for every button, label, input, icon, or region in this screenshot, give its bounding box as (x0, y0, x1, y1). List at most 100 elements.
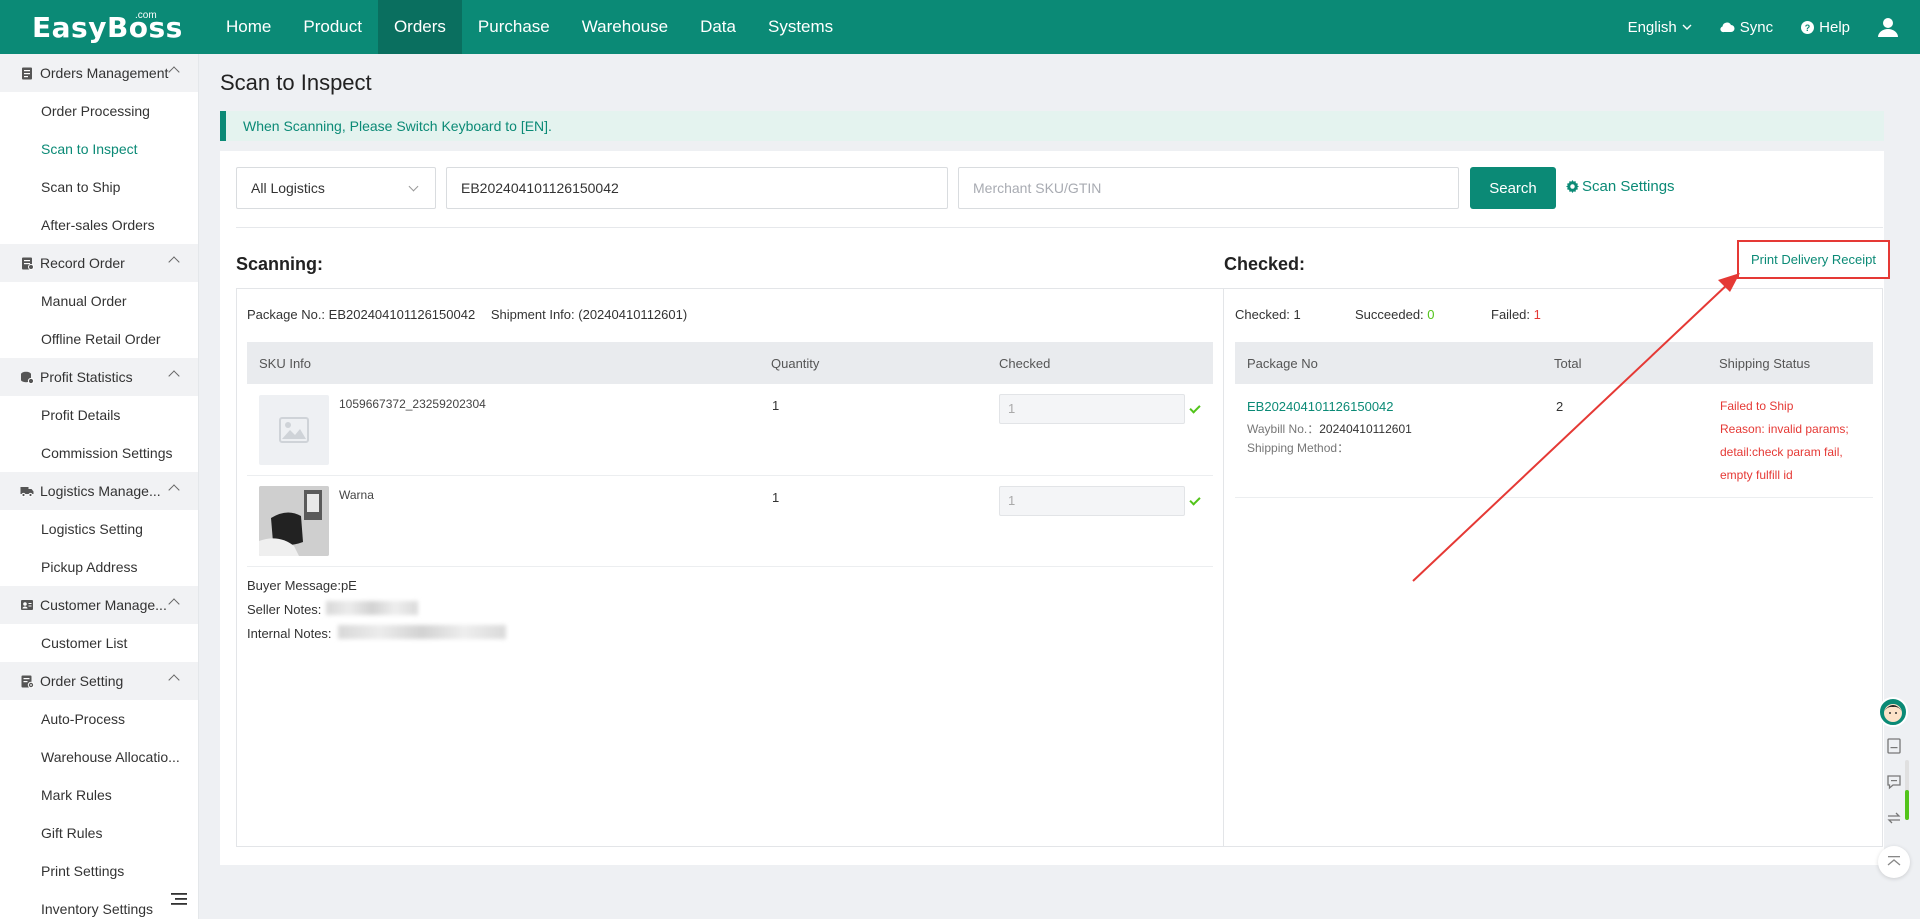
sku-gtin-input[interactable] (958, 167, 1459, 209)
help-button[interactable]: ? Help (1801, 19, 1850, 36)
coins-icon (21, 371, 34, 384)
nav-purchase[interactable]: Purchase (462, 0, 566, 54)
sidebar-item-manual-order[interactable]: Manual Order (0, 282, 198, 320)
checked-package-link[interactable]: EB202404101126150042 (1247, 399, 1394, 414)
sidebar-item-warehouse-allocation[interactable]: Warehouse Allocatio... (0, 738, 198, 776)
scan-settings-label: Scan Settings (1582, 178, 1675, 195)
support-avatar-icon[interactable] (1878, 697, 1908, 727)
nav-data[interactable]: Data (684, 0, 752, 54)
sidebar-item-print-settings[interactable]: Print Settings (0, 852, 198, 890)
sidebar-item-scan-to-ship[interactable]: Scan to Ship (0, 168, 198, 206)
user-menu[interactable] (1878, 17, 1898, 37)
customer-icon (21, 600, 33, 610)
sidebar-item-commission-settings[interactable]: Commission Settings (0, 434, 198, 472)
chevron-up-icon (168, 598, 180, 610)
checked-table-header: Package No Total Shipping Status (1235, 342, 1873, 384)
package-number-input[interactable] (446, 167, 948, 209)
help-label: Help (1819, 18, 1850, 36)
scan-settings-link[interactable]: Scan Settings (1566, 178, 1675, 195)
divider (236, 227, 1883, 228)
gear-icon (1566, 180, 1579, 193)
product-image (259, 486, 329, 556)
failed-count: Failed: 1 (1491, 307, 1541, 322)
sidebar-group-orders-management[interactable]: Orders Management (0, 54, 198, 92)
sidebar-group-label: Profit Statistics (40, 369, 133, 385)
back-to-top-button[interactable] (1878, 846, 1910, 878)
succeeded-count: Succeeded: 0 (1355, 307, 1435, 322)
checked-count-value: 1 (1293, 307, 1301, 322)
nav-home[interactable]: Home (210, 0, 287, 54)
waybill-line: Waybill No.：20240410112601 (1247, 420, 1412, 437)
nav-systems[interactable]: Systems (752, 0, 849, 54)
sidebar-group-customer-management[interactable]: Customer Manage... (0, 586, 198, 624)
checked-quantity-field[interactable]: 1 (999, 486, 1185, 516)
sidebar-group-logistics-management[interactable]: Logistics Manage... (0, 472, 198, 510)
document-icon[interactable] (1886, 738, 1902, 754)
checked-quantity-field[interactable]: 1 (999, 394, 1185, 424)
sidebar-item-logistics-setting[interactable]: Logistics Setting (0, 510, 198, 548)
sidebar-item-scan-to-inspect[interactable]: Scan to Inspect (0, 130, 198, 168)
language-switch[interactable]: English (1628, 19, 1692, 36)
shipping-status-line: Reason: invalid params; (1720, 422, 1849, 436)
sidebar-item-after-sales-orders[interactable]: After-sales Orders (0, 206, 198, 244)
sidebar-item-offline-retail-order[interactable]: Offline Retail Order (0, 320, 198, 358)
sidebar-item-customer-list[interactable]: Customer List (0, 624, 198, 662)
sidebar-group-record-order[interactable]: Record Order (0, 244, 198, 282)
sku-table-header: SKU Info Quantity Checked (247, 342, 1213, 384)
sidebar-group-profit-statistics[interactable]: Profit Statistics (0, 358, 198, 396)
print-delivery-receipt-button[interactable]: Print Delivery Receipt (1737, 240, 1890, 279)
checked-count-label: Checked: (1235, 307, 1294, 322)
sidebar-item-mark-rules[interactable]: Mark Rules (0, 776, 198, 814)
nav-orders[interactable]: Orders (377, 0, 462, 54)
logistics-select[interactable]: All Logistics (236, 167, 436, 209)
sidebar-item-gift-rules[interactable]: Gift Rules (0, 814, 198, 852)
avatar-face-icon (1884, 704, 1902, 722)
shipping-status-line: detail:check param fail, (1720, 445, 1843, 459)
buyer-message-label: Buyer Message: (247, 578, 341, 593)
scanning-title: Scanning: (236, 254, 324, 274)
logo[interactable]: EasyBoss (32, 11, 183, 44)
sidebar-group-order-setting[interactable]: Order Setting (0, 662, 198, 700)
clipboard-icon (22, 67, 32, 80)
header-quantity: Quantity (771, 356, 820, 371)
exchange-icon[interactable] (1886, 810, 1902, 826)
sync-button[interactable]: Sync (1720, 19, 1773, 36)
buyer-message-value: pE (340, 578, 357, 593)
header-package-no: Package No (1247, 356, 1318, 371)
keyboard-notice: When Scanning, Please Switch Keyboard to… (220, 111, 1884, 141)
header-total: Total (1554, 356, 1582, 371)
language-label: English (1627, 18, 1677, 36)
succeeded-count-label: Succeeded: (1355, 307, 1428, 322)
search-button[interactable]: Search (1470, 167, 1556, 209)
sidebar-item-order-processing[interactable]: Order Processing (0, 92, 198, 130)
nav-product[interactable]: Product (287, 0, 378, 54)
nav-right-tools: English Sync ? Help (1628, 0, 1920, 54)
product-image-placeholder (259, 395, 329, 465)
menu-collapse-icon[interactable] (171, 892, 187, 906)
failed-count-value: 1 (1533, 307, 1541, 322)
sidebar-item-pickup-address[interactable]: Pickup Address (0, 548, 198, 586)
main-menu: Home Product Orders Purchase Warehouse D… (210, 0, 849, 54)
sidebar-item-auto-process[interactable]: Auto-Process (0, 700, 198, 738)
nav-warehouse[interactable]: Warehouse (566, 0, 684, 54)
failed-count-label: Failed: (1491, 307, 1534, 322)
package-info-line: Package No.: EB202404101126150042 Shipme… (247, 307, 687, 322)
settings-doc-icon (21, 675, 34, 688)
sidebar-item-profit-details[interactable]: Profit Details (0, 396, 198, 434)
sidebar-group-label: Customer Manage... (40, 597, 167, 613)
sidebar-group-label: Record Order (40, 255, 125, 271)
checked-title: Checked: (1224, 254, 1306, 274)
row-divider (247, 566, 1213, 567)
chat-icon[interactable] (1886, 774, 1902, 790)
sidebar-item-inventory-settings[interactable]: Inventory Settings (0, 890, 198, 919)
row-divider (1235, 497, 1873, 498)
shipping-status-line: Failed to Ship (1720, 399, 1794, 413)
internal-notes-label: Internal Notes: (247, 626, 332, 641)
chevron-up-icon (168, 674, 180, 686)
seller-notes-label: Seller Notes: (247, 602, 322, 617)
sku-quantity: 1 (772, 490, 780, 505)
truck-icon (20, 487, 34, 498)
succeeded-count-value: 0 (1427, 307, 1435, 322)
sku-quantity: 1 (772, 398, 780, 413)
shipment-info-label: Shipment Info: (490, 307, 579, 322)
